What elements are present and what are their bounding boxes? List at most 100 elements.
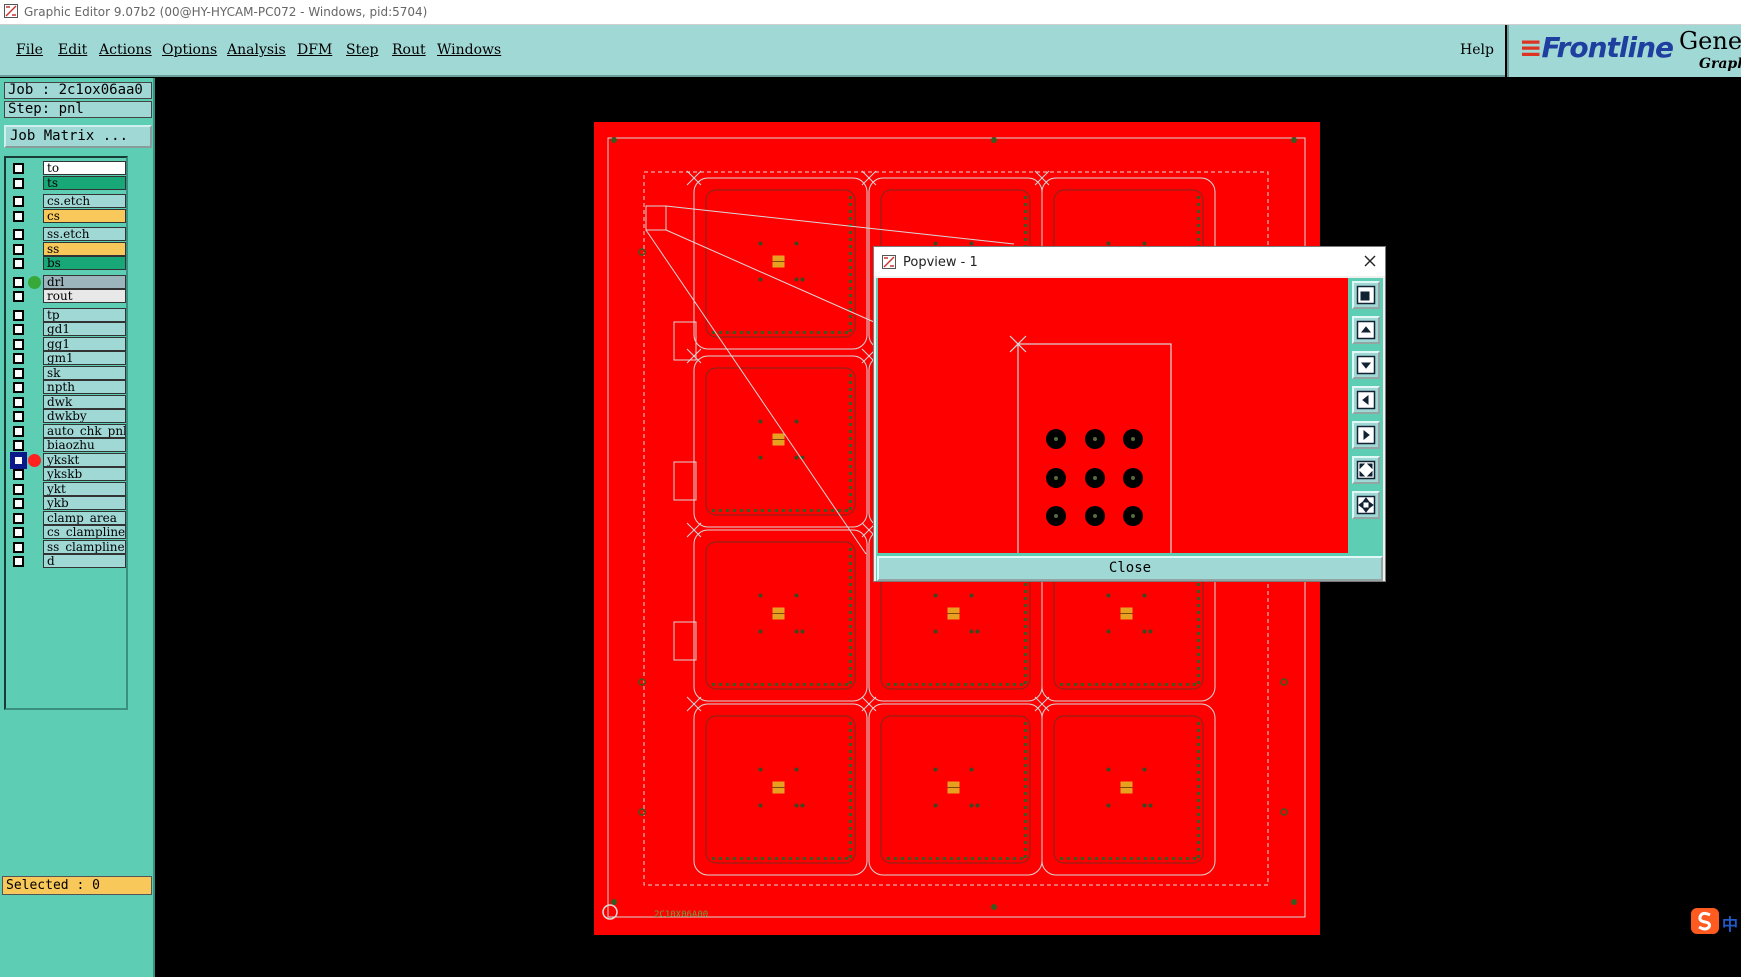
menu-actions[interactable]: Actions [99,42,152,58]
layer-name[interactable]: bs [43,256,126,270]
layer-name[interactable]: cs [43,208,126,223]
layer-checkbox[interactable] [13,367,24,379]
layer-name[interactable]: sk [43,365,126,380]
layer-name[interactable]: ss_clampline [43,539,126,554]
layer-row-ykskt[interactable]: ykskt [6,452,126,468]
layer-checkbox[interactable] [13,498,24,509]
job-matrix-button[interactable]: Job Matrix ... [4,125,152,148]
layer-checkbox[interactable] [13,163,24,174]
layer-row-cs-clampline[interactable]: cs_clampline [6,525,126,540]
layer-row-ykb[interactable]: ykb [6,496,126,511]
layer-checkbox[interactable] [13,541,24,553]
layer-checkbox[interactable] [13,276,24,288]
layer-checkbox[interactable] [13,210,24,222]
layer-name[interactable]: ss [43,241,126,256]
menu-step[interactable]: Step [346,42,378,58]
layer-name[interactable]: gd1 [43,322,126,336]
ime-indicator[interactable]: 中 [1690,905,1741,937]
layer-row-to[interactable]: to [6,161,126,176]
layer-checkbox[interactable] [13,425,24,437]
layer-row-cs[interactable]: cs [6,208,126,224]
layer-checkbox[interactable] [13,309,24,321]
layer-name[interactable]: ykt [43,481,126,496]
layer-name[interactable]: npth [43,380,126,394]
layer-name[interactable]: cs.etch [43,194,126,208]
menu-analysis[interactable]: Analysis [227,42,286,58]
layer-name[interactable]: biaozhu [43,438,126,452]
layer-name[interactable]: gm1 [43,351,126,365]
menu-dfm[interactable]: DFM [297,42,332,58]
layer-row-drl[interactable]: drl [6,274,126,290]
layer-row-biaozhu[interactable]: biaozhu [6,438,126,453]
pan-left-button[interactable] [1352,386,1380,414]
layer-name[interactable]: dwkby [43,409,126,423]
layer-row-gd1[interactable]: gd1 [6,322,126,337]
zoom-window-button[interactable] [1352,281,1380,309]
layer-checkbox[interactable] [13,382,24,393]
layer-row-dwkby[interactable]: dwkby [6,409,126,424]
layer-row-ykskb[interactable]: ykskb [6,467,126,482]
pan-down-button[interactable] [1352,351,1380,379]
layer-row-ss-clampline[interactable]: ss_clampline [6,539,126,555]
layer-name[interactable]: rout [43,289,126,303]
layer-checkbox[interactable] [13,411,24,422]
layer-row-rout[interactable]: rout [6,289,126,304]
layer-name[interactable]: drl [43,274,126,289]
layer-row-ss[interactable]: ss [6,241,126,257]
popview-close-icon[interactable] [1360,251,1380,271]
layer-row-ykt[interactable]: ykt [6,481,126,497]
layer-row-clamp-area[interactable]: clamp_area [6,510,126,526]
layer-row-gm1[interactable]: gm1 [6,351,126,366]
layer-checkbox[interactable] [13,229,24,240]
layer-name[interactable]: dwk [43,394,126,409]
layer-checkbox[interactable] [13,196,24,207]
layer-row-tp[interactable]: tp [6,307,126,323]
zoom-fit-button[interactable] [1352,456,1380,484]
menu-rout[interactable]: Rout [392,42,426,58]
layer-name[interactable]: cs_clampline [43,525,126,539]
layer-checkbox[interactable] [13,396,24,408]
layer-row-npth[interactable]: npth [6,380,126,395]
layer-row-ss-etch[interactable]: ss.etch [6,227,126,242]
layer-checkbox[interactable] [13,338,24,350]
layer-checkbox[interactable] [13,527,24,538]
layer-row-auto-chk-pnl[interactable]: auto_chk_pnl [6,423,126,439]
layer-name[interactable]: ss.etch [43,227,126,241]
zoom-center-button[interactable] [1352,491,1380,519]
popview-canvas[interactable] [878,278,1348,553]
layer-name[interactable]: d [43,554,126,568]
layer-checkbox[interactable] [13,512,24,524]
layer-checkbox[interactable] [13,243,24,255]
layer-checkbox[interactable] [13,483,24,495]
menu-options[interactable]: Options [162,42,217,58]
layer-row-ts[interactable]: ts [6,175,126,191]
layer-name[interactable]: ykb [43,496,126,510]
layer-checkbox[interactable] [13,469,24,480]
layer-row-cs-etch[interactable]: cs.etch [6,194,126,209]
popview-close-button[interactable]: Close [877,556,1383,581]
menu-help[interactable]: Help [1460,42,1494,58]
popview-title-bar[interactable]: Popview - 1 [874,247,1385,276]
menu-edit[interactable]: Edit [58,42,87,58]
layer-checkbox[interactable] [13,177,24,189]
layer-name[interactable]: gg1 [43,336,126,351]
layer-checkbox[interactable] [13,258,24,269]
pan-right-button[interactable] [1352,421,1380,449]
layer-checkbox[interactable] [13,324,24,335]
layer-row-sk[interactable]: sk [6,365,126,381]
layer-row-d[interactable]: d [6,554,126,569]
layer-name[interactable]: auto_chk_pnl [43,423,126,438]
layer-list[interactable]: to ts cs.etch cs ss.etch ss bs drl rout tp gd1 gg1 g… [4,156,128,710]
layer-name[interactable]: ykskt [43,452,126,467]
layer-name[interactable]: ykskb [43,467,126,481]
layer-name[interactable]: to [43,161,126,175]
menu-file[interactable]: File [16,42,43,58]
layer-checkbox[interactable] [13,454,24,466]
layer-checkbox[interactable] [13,556,24,567]
layer-row-bs[interactable]: bs [6,256,126,271]
layer-row-gg1[interactable]: gg1 [6,336,126,352]
layer-checkbox[interactable] [13,291,24,302]
layer-name[interactable]: ts [43,175,126,190]
layer-name[interactable]: clamp_area [43,510,126,525]
layer-checkbox[interactable] [13,440,24,451]
